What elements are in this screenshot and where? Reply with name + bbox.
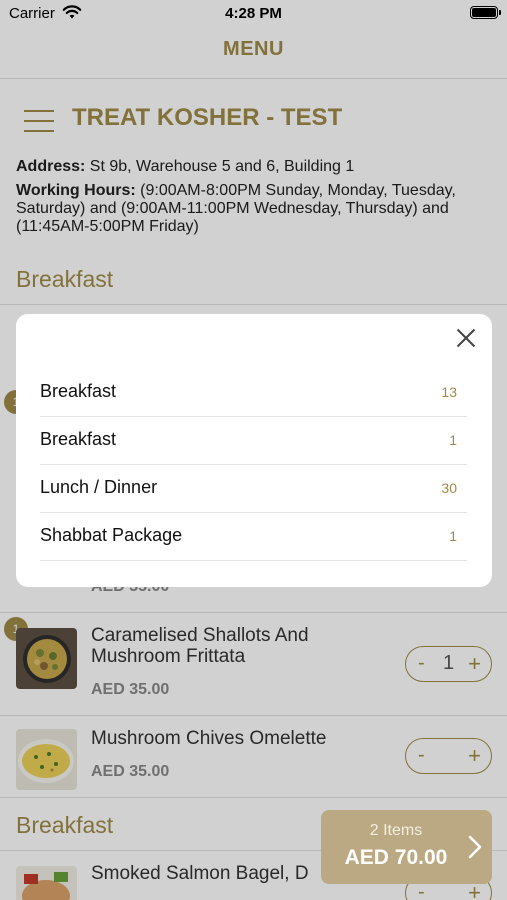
category-label: Breakfast [40,429,117,449]
category-row[interactable]: Breakfast 13 [40,369,467,417]
category-count: 13 [441,384,457,400]
category-label: Lunch / Dinner [40,477,158,497]
chevron-right-icon [468,835,482,859]
cart-total: AED 70.00 [344,846,448,869]
category-count: 30 [441,480,457,496]
category-row[interactable]: Breakfast 1 [40,417,467,465]
category-picker-modal: Breakfast 13 Breakfast 1 Lunch / Dinner … [16,314,492,587]
category-row[interactable]: Shabbat Package 1 [40,513,467,561]
category-count: 1 [449,432,457,448]
category-row[interactable]: Lunch / Dinner 30 [40,465,467,513]
category-count: 1 [449,528,457,544]
view-cart-button[interactable]: 2 Items AED 70.00 [321,810,492,884]
cart-item-count: 2 Items [369,822,423,839]
category-label: Shabbat Package [40,525,183,545]
close-icon[interactable] [456,328,476,348]
category-label: Breakfast [40,381,117,401]
